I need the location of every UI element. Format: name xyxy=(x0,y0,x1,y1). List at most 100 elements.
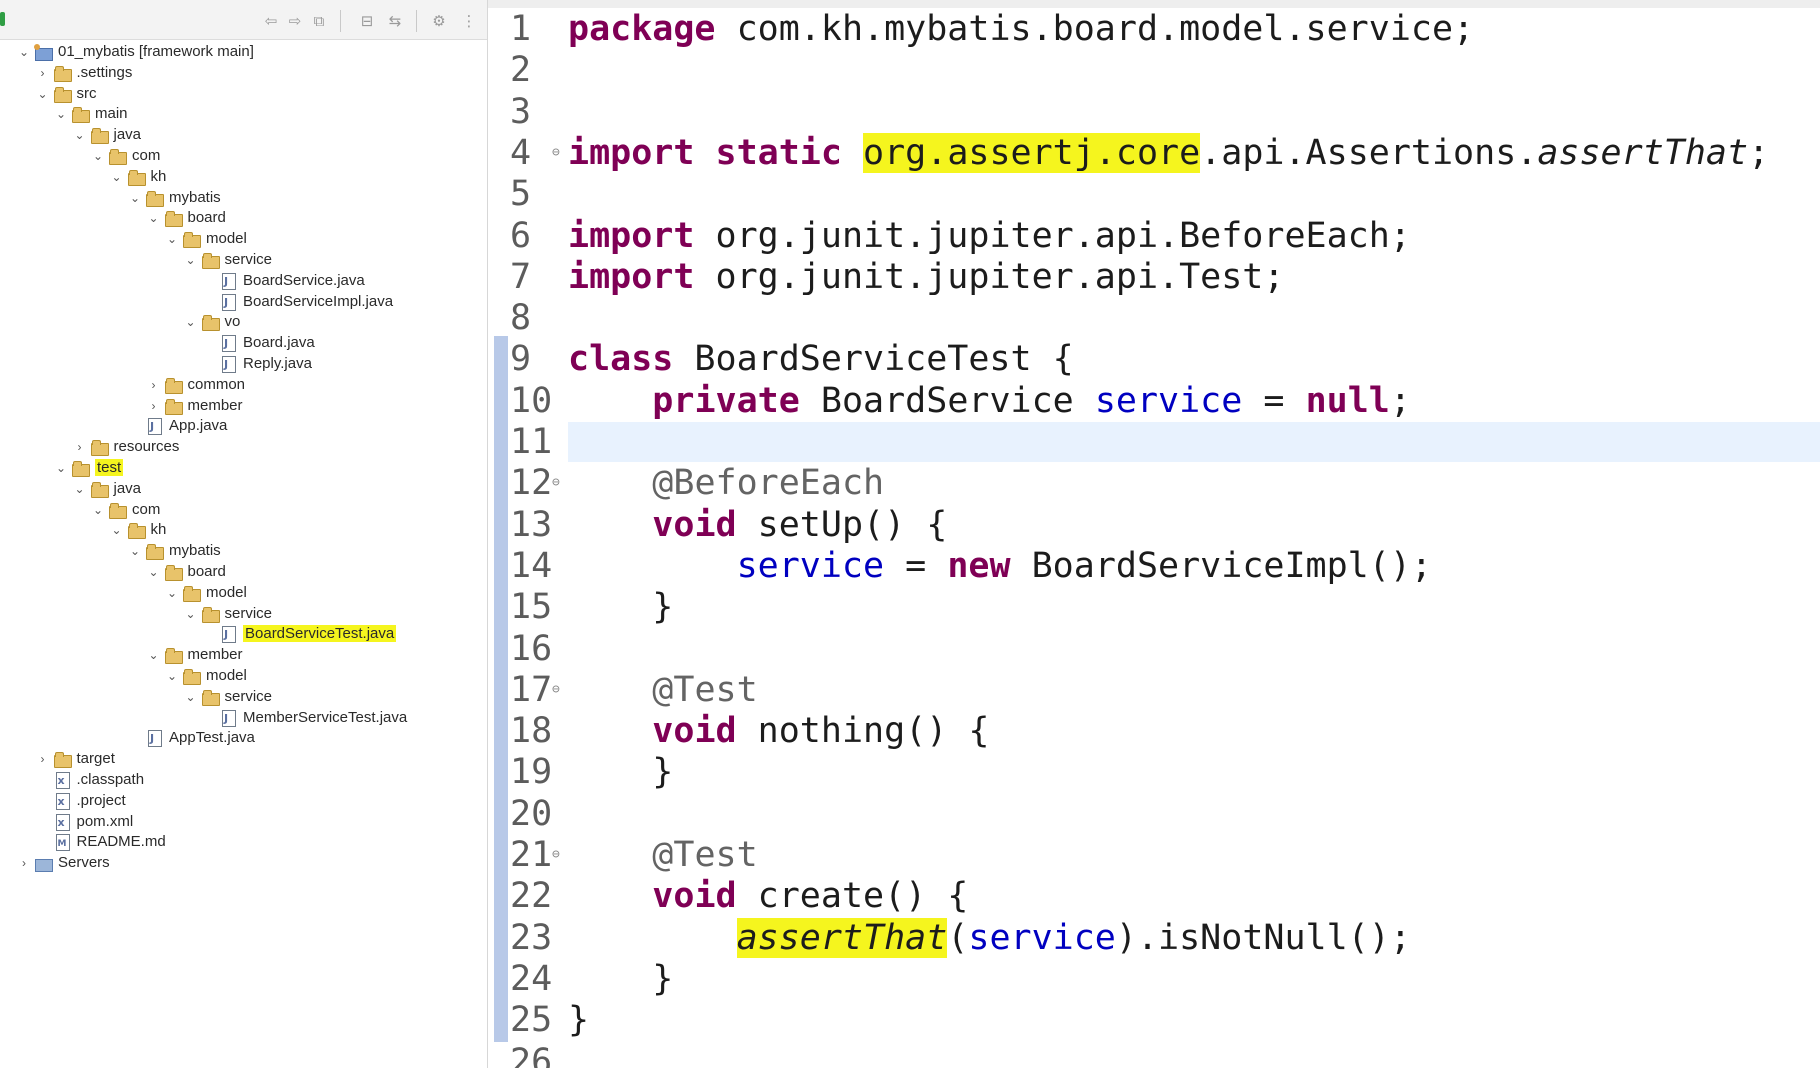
code-token: import xyxy=(568,132,695,173)
chevron-down-icon[interactable]: ⌄ xyxy=(164,664,180,688)
chevron-down-icon[interactable]: ⌄ xyxy=(127,186,143,210)
link-with-editor-icon[interactable]: ⊟ xyxy=(358,12,376,30)
chevron-down-icon[interactable]: ⌄ xyxy=(146,206,162,230)
code-token: @Test xyxy=(652,835,758,875)
view-menu-icon[interactable]: ⋮ xyxy=(460,12,478,30)
code-token: BoardServiceTest { xyxy=(673,339,1074,380)
folder-icon xyxy=(182,585,202,602)
tree-item-label: model xyxy=(206,667,247,685)
tree-item-label: kh xyxy=(150,167,167,185)
code-text: @Test xyxy=(568,669,758,711)
chevron-down-icon[interactable]: ⌄ xyxy=(72,123,88,147)
tree-item-label: BoardServiceImpl.java xyxy=(243,292,394,310)
chevron-down-icon[interactable]: ⌄ xyxy=(90,144,106,168)
folder-icon xyxy=(164,647,184,665)
forward-icon[interactable]: ⇨ xyxy=(286,12,304,30)
chevron-down-icon[interactable]: ⌄ xyxy=(35,82,51,106)
project-icon xyxy=(34,44,54,62)
folder-icon xyxy=(164,398,184,415)
folder-icon xyxy=(90,439,110,457)
collapse-all-icon[interactable]: ⧉ xyxy=(310,12,328,30)
tree-item-label: .project xyxy=(76,791,126,809)
tree-item-label: member xyxy=(187,396,243,414)
chevron-down-icon[interactable]: ⌄ xyxy=(109,518,125,542)
tree-item-label: target xyxy=(76,750,115,768)
line-number: 7 xyxy=(510,256,532,297)
java-file-icon xyxy=(219,291,239,315)
line-number: 24 xyxy=(510,958,553,999)
code-token: private xyxy=(652,380,800,421)
chevron-down-icon[interactable]: ⌄ xyxy=(127,539,143,563)
line-number: 16 xyxy=(510,628,553,669)
tree-item[interactable]: ›AppTest.java xyxy=(127,726,255,751)
folder-icon xyxy=(182,231,202,249)
tree-item-label: .classpath xyxy=(76,771,145,789)
chevron-down-icon[interactable]: ⌄ xyxy=(53,102,69,126)
code-token: package xyxy=(568,9,716,49)
folder-icon xyxy=(71,106,91,124)
chevron-right-icon[interactable]: › xyxy=(16,851,32,875)
tree-item[interactable]: › Servers xyxy=(16,851,110,875)
tree-item-label: Board.java xyxy=(243,334,315,352)
code-token: assertThat xyxy=(1537,132,1749,173)
toolbar-separator xyxy=(416,10,417,32)
folder-icon xyxy=(53,751,73,769)
code-token: org.junit.jupiter.api.Test; xyxy=(694,256,1285,297)
chevron-down-icon[interactable]: ⌄ xyxy=(183,602,199,626)
folder-icon xyxy=(90,481,110,498)
chevron-down-icon[interactable]: ⌄ xyxy=(146,643,162,667)
code-editor[interactable]: 1 package com.kh.mybatis.board.model.serv… xyxy=(488,0,1820,1068)
explorer-toolbar: ⇦ ⇨ ⧉ ⊟ ⇆ ⚙ ⋮ xyxy=(0,0,487,40)
editor-tab-strip xyxy=(488,0,1820,8)
java-file-icon xyxy=(219,270,239,294)
fold-toggle-icon[interactable]: ⊖ xyxy=(552,462,560,504)
chevron-down-icon[interactable]: ⌄ xyxy=(16,40,32,64)
folder-icon xyxy=(164,564,184,582)
chevron-down-icon[interactable]: ⌄ xyxy=(72,477,88,501)
code-token: .api.Assertions. xyxy=(1200,132,1538,173)
chevron-down-icon[interactable]: ⌄ xyxy=(146,560,162,584)
chevron-down-icon[interactable]: ⌄ xyxy=(90,498,106,522)
chevron-down-icon[interactable]: ⌄ xyxy=(183,685,199,709)
code-text: assertThat(service).isNotNull(); xyxy=(568,917,1411,959)
fold-toggle-icon[interactable]: ⊖ xyxy=(552,669,560,711)
tree-item-label: resources xyxy=(113,438,180,456)
chevron-down-icon[interactable]: ⌄ xyxy=(183,248,199,272)
tree-item-label: java xyxy=(113,126,142,144)
code-token: @Test xyxy=(652,669,758,710)
code-token: void xyxy=(652,504,737,545)
folder-icon xyxy=(164,210,184,228)
chevron-down-icon[interactable]: ⌄ xyxy=(164,581,180,605)
folder-icon xyxy=(127,169,147,186)
chevron-down-icon[interactable]: ⌄ xyxy=(164,227,180,251)
code-token: void xyxy=(652,876,737,917)
filter-icon[interactable]: ⇆ xyxy=(386,12,404,30)
chevron-down-icon[interactable]: ⌄ xyxy=(109,165,125,189)
folder-icon xyxy=(145,190,165,207)
line-number: 22 xyxy=(510,876,553,917)
xml-file-icon xyxy=(53,811,73,835)
code-text: void setUp() { xyxy=(568,504,947,546)
line-number: 9 xyxy=(510,339,532,380)
back-icon[interactable]: ⇦ xyxy=(262,12,280,30)
tree-item-label: test xyxy=(95,459,124,477)
chevron-down-icon[interactable]: ⌄ xyxy=(53,456,69,480)
fold-toggle-icon[interactable]: ⊖ xyxy=(552,834,560,876)
chevron-down-icon[interactable]: ⌄ xyxy=(183,310,199,334)
folder-icon xyxy=(108,148,128,166)
code-token: = xyxy=(884,545,948,586)
code-text: package com.kh.mybatis.board.model.servi… xyxy=(568,8,1474,50)
settings-icon[interactable]: ⚙ xyxy=(430,12,448,30)
tree-item-label: AppTest.java xyxy=(169,729,255,747)
code-token: org.assertj.core xyxy=(863,132,1201,173)
fold-toggle-icon[interactable]: ⊖ xyxy=(552,132,560,174)
tree-item-label: com xyxy=(132,147,161,165)
line-number: 18 xyxy=(510,711,553,752)
code-token: setUp() { xyxy=(736,504,948,545)
